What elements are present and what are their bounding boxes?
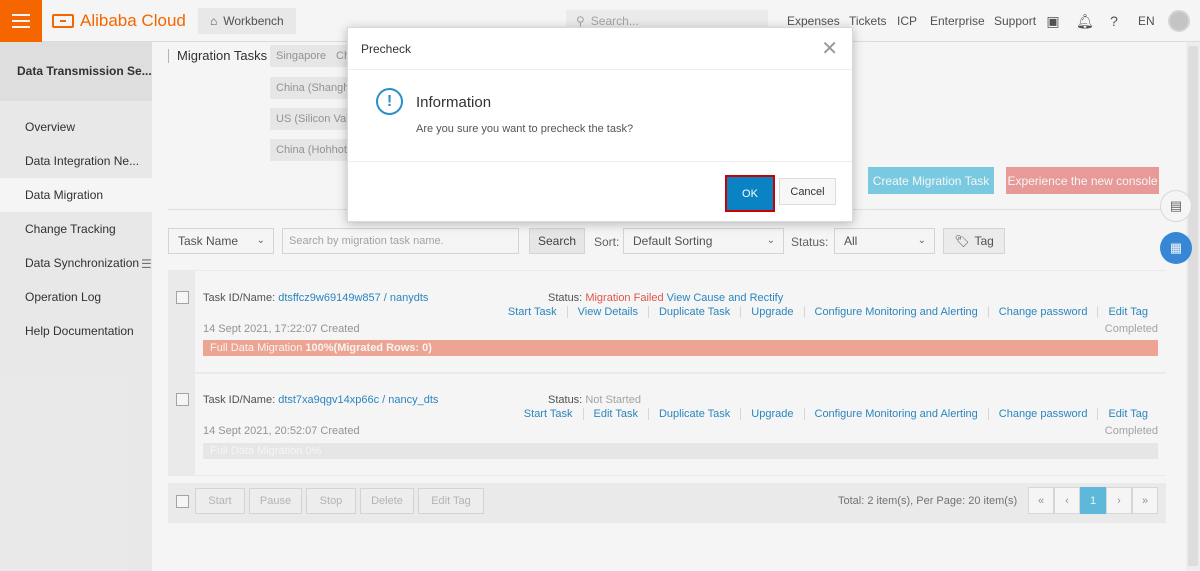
divider	[348, 69, 852, 70]
info-message: Are you sure you want to precheck the ta…	[416, 123, 634, 135]
close-icon[interactable]: ✕	[821, 36, 838, 61]
divider	[348, 161, 852, 162]
info-icon: !	[376, 88, 403, 115]
info-title: Information	[416, 94, 492, 111]
precheck-dialog: Precheck ✕ ! Information Are you sure yo…	[347, 27, 853, 222]
ok-button[interactable]: OK	[725, 175, 775, 212]
cancel-button[interactable]: Cancel	[779, 178, 836, 205]
dialog-title: Precheck	[361, 42, 412, 56]
ok-button-inner: OK	[730, 180, 770, 207]
